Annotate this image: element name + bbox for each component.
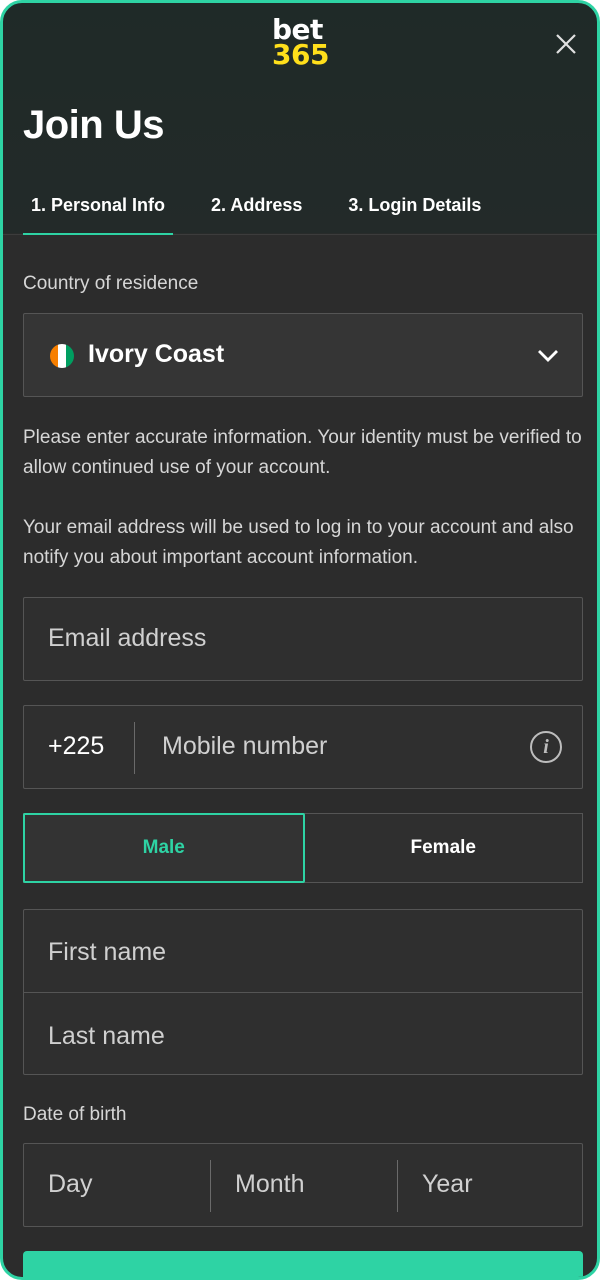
name-fields: First name Last name [23, 909, 583, 1075]
country-select[interactable]: Ivory Coast [23, 313, 583, 397]
info-icon[interactable]: i [530, 731, 562, 763]
tab-personal-info[interactable]: 1. Personal Info [23, 191, 174, 235]
email-field[interactable]: Email address [23, 597, 583, 681]
country-value: Ivory Coast [88, 340, 225, 368]
gender-female-button[interactable]: Female [305, 814, 583, 882]
dob-divider [210, 1160, 211, 1212]
continue-button[interactable] [23, 1251, 583, 1277]
last-name-field[interactable]: Last name [48, 1022, 165, 1051]
email-info-text: Your email address will be used to log i… [23, 517, 574, 568]
step-tabs: 1. Personal Info 2. Address 3. Login Det… [23, 191, 519, 235]
registration-modal: bet 365 Join Us 1. Personal Info 2. Addr… [0, 0, 600, 1280]
dob-label: Date of birth [23, 1104, 127, 1125]
email-placeholder: Email address [48, 624, 207, 652]
modal-header: bet 365 Join Us 1. Personal Info 2. Addr… [3, 3, 597, 235]
mobile-number-field[interactable]: Mobile number [162, 732, 327, 761]
page-title: Join Us [23, 103, 164, 147]
first-name-field[interactable]: First name [48, 938, 166, 967]
gender-male-button[interactable]: Male [23, 813, 305, 883]
tab-address[interactable]: 2. Address [203, 191, 310, 234]
gender-toggle: Male Female [23, 813, 583, 883]
chevron-down-icon [538, 350, 558, 362]
logo-text-bottom: 365 [272, 38, 329, 71]
mobile-field-group: +225 Mobile number i [23, 705, 583, 789]
dob-divider [397, 1160, 398, 1212]
dob-month-select[interactable]: Month [235, 1170, 304, 1199]
prefix-divider [134, 722, 135, 774]
close-button[interactable] [551, 29, 581, 59]
country-code-prefix[interactable]: +225 [48, 732, 104, 761]
tab-login-details[interactable]: 3. Login Details [340, 191, 489, 234]
dob-year-select[interactable]: Year [422, 1170, 473, 1199]
identity-info-text: Please enter accurate information. Your … [23, 427, 582, 478]
dob-day-select[interactable]: Day [48, 1170, 92, 1199]
close-icon [556, 34, 576, 54]
bet365-logo: bet 365 [272, 16, 336, 71]
country-label: Country of residence [23, 273, 199, 294]
name-divider [24, 992, 582, 993]
ivory-coast-flag-icon [50, 344, 74, 368]
dob-field-group: Day Month Year [23, 1143, 583, 1227]
